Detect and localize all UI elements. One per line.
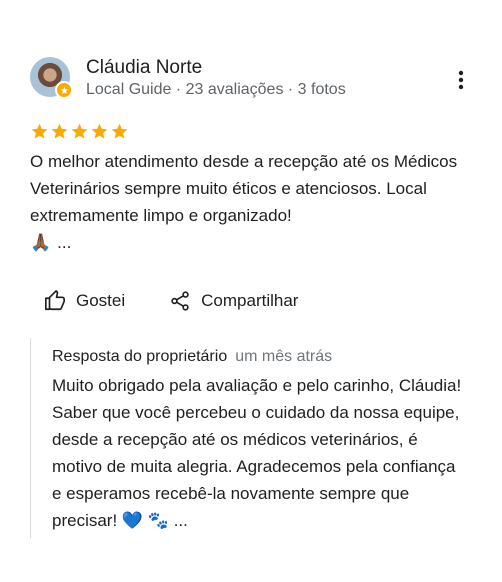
star-icon [51, 123, 68, 139]
owner-reply-more-link[interactable]: ... [174, 511, 188, 530]
owner-reply-title: Resposta do proprietário [52, 348, 228, 365]
owner-reply-header: Resposta do proprietário um mês atrás [52, 348, 332, 366]
star-rating [30, 122, 129, 141]
review-emoji: 🙏🏾 [30, 233, 52, 252]
review-more-row: 🙏🏾 ... [30, 229, 470, 256]
local-guide-badge-icon [55, 81, 73, 99]
share-icon [171, 291, 189, 311]
review-actions: Gostei Compartilhar [44, 288, 298, 314]
owner-reply-time: um mês atrás [235, 348, 333, 365]
like-button[interactable]: Gostei [44, 288, 125, 314]
star-icon [31, 123, 48, 139]
review-body: O melhor atendimento desde a recepção at… [30, 152, 458, 225]
reviewer-name[interactable]: Cláudia Norte [86, 57, 202, 79]
review-more-link[interactable]: ... [57, 229, 71, 256]
review-text-block: O melhor atendimento desde a recepção at… [30, 148, 470, 256]
more-options-button[interactable] [448, 66, 474, 94]
reviewer-meta: Local Guide · 23 avaliações · 3 fotos [86, 81, 346, 98]
owner-reply-text-block: Muito obrigado pela avaliação e pelo car… [52, 372, 467, 534]
owner-reply: Resposta do proprietário um mês atrás Mui… [30, 338, 471, 538]
avatar[interactable] [30, 57, 73, 99]
star-icon [111, 123, 128, 139]
review-card: Cláudia Norte Local Guide · 23 avaliaçõe… [0, 0, 502, 582]
star-icon [71, 123, 88, 139]
star-icon [91, 123, 108, 139]
share-label: Compartilhar [201, 291, 299, 310]
share-button[interactable]: Compartilhar [169, 288, 298, 314]
thumb-up-icon [45, 290, 65, 311]
like-label: Gostei [76, 291, 126, 310]
owner-reply-body: Muito obrigado pela avaliação e pelo car… [52, 376, 462, 530]
more-vert-icon [458, 70, 464, 90]
